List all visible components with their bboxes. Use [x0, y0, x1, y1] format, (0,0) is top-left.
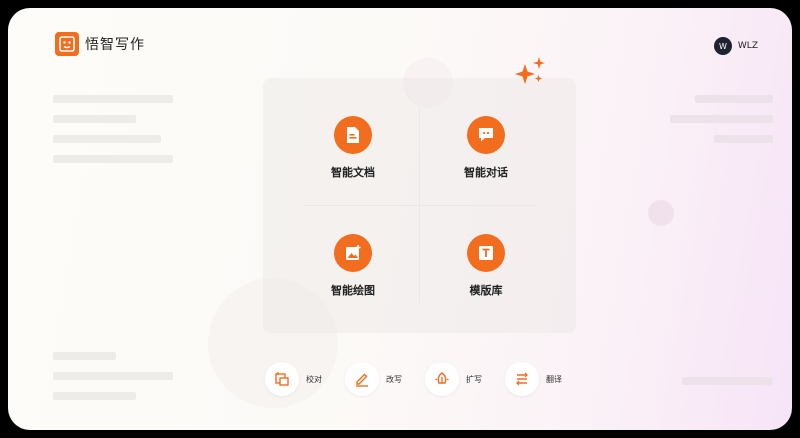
avatar[interactable]: W	[713, 37, 732, 55]
skeleton-line	[682, 377, 773, 385]
skeleton-line	[695, 95, 773, 103]
skeleton-line	[53, 155, 173, 163]
feature-smart-document[interactable]: 智能文档	[303, 116, 403, 180]
tool-proofread[interactable]: 校对	[265, 362, 345, 396]
skeleton-line	[670, 115, 773, 123]
skeleton-line	[53, 135, 161, 143]
user-name[interactable]: WLZ	[738, 41, 758, 51]
expand-icon	[425, 362, 459, 396]
app-logo[interactable]: 悟智写作	[55, 32, 145, 56]
app-name: 悟智写作	[85, 37, 145, 53]
skeleton-line	[53, 372, 173, 380]
feature-smart-chat[interactable]: 智能对话	[436, 116, 536, 180]
tool-translate[interactable]: 翻译	[505, 362, 585, 396]
feature-template-library[interactable]: 模版库	[436, 234, 536, 298]
template-icon	[467, 234, 505, 272]
sparkle-icon	[515, 57, 545, 84]
skeleton-line	[714, 135, 773, 143]
tool-label: 改写	[386, 374, 402, 384]
skeleton-line	[53, 352, 116, 360]
user-menu[interactable]: W WLZ	[713, 37, 758, 55]
proofread-icon	[265, 362, 299, 396]
feature-label: 智能对话	[464, 166, 508, 179]
chat-icon	[467, 116, 505, 154]
document-icon	[334, 116, 372, 154]
tool-label: 校对	[306, 374, 322, 384]
feature-smart-drawing[interactable]: 智能绘图	[303, 234, 403, 298]
feature-label: 模版库	[469, 284, 503, 297]
skeleton-line	[53, 392, 136, 400]
feature-label: 智能绘图	[331, 284, 375, 297]
quick-tools: 校对 改写 扩写 翻译	[265, 362, 585, 396]
skeleton-line	[53, 95, 173, 103]
tool-expand[interactable]: 扩写	[425, 362, 505, 396]
tool-rewrite[interactable]: 改写	[345, 362, 425, 396]
feature-label: 智能文档	[331, 166, 375, 179]
logo-face-icon	[55, 32, 79, 56]
app-window: 悟智写作 W WLZ 智能文档 智能对话 智能绘图 模版库 校对 改写 扩写 翻…	[8, 8, 792, 430]
translate-icon	[505, 362, 539, 396]
background-circle	[648, 200, 674, 226]
skeleton-line	[53, 115, 136, 123]
divider-horizontal	[304, 205, 537, 206]
tool-label: 翻译	[546, 374, 562, 384]
rewrite-icon	[345, 362, 379, 396]
tool-label: 扩写	[466, 374, 482, 384]
image-icon	[334, 234, 372, 272]
